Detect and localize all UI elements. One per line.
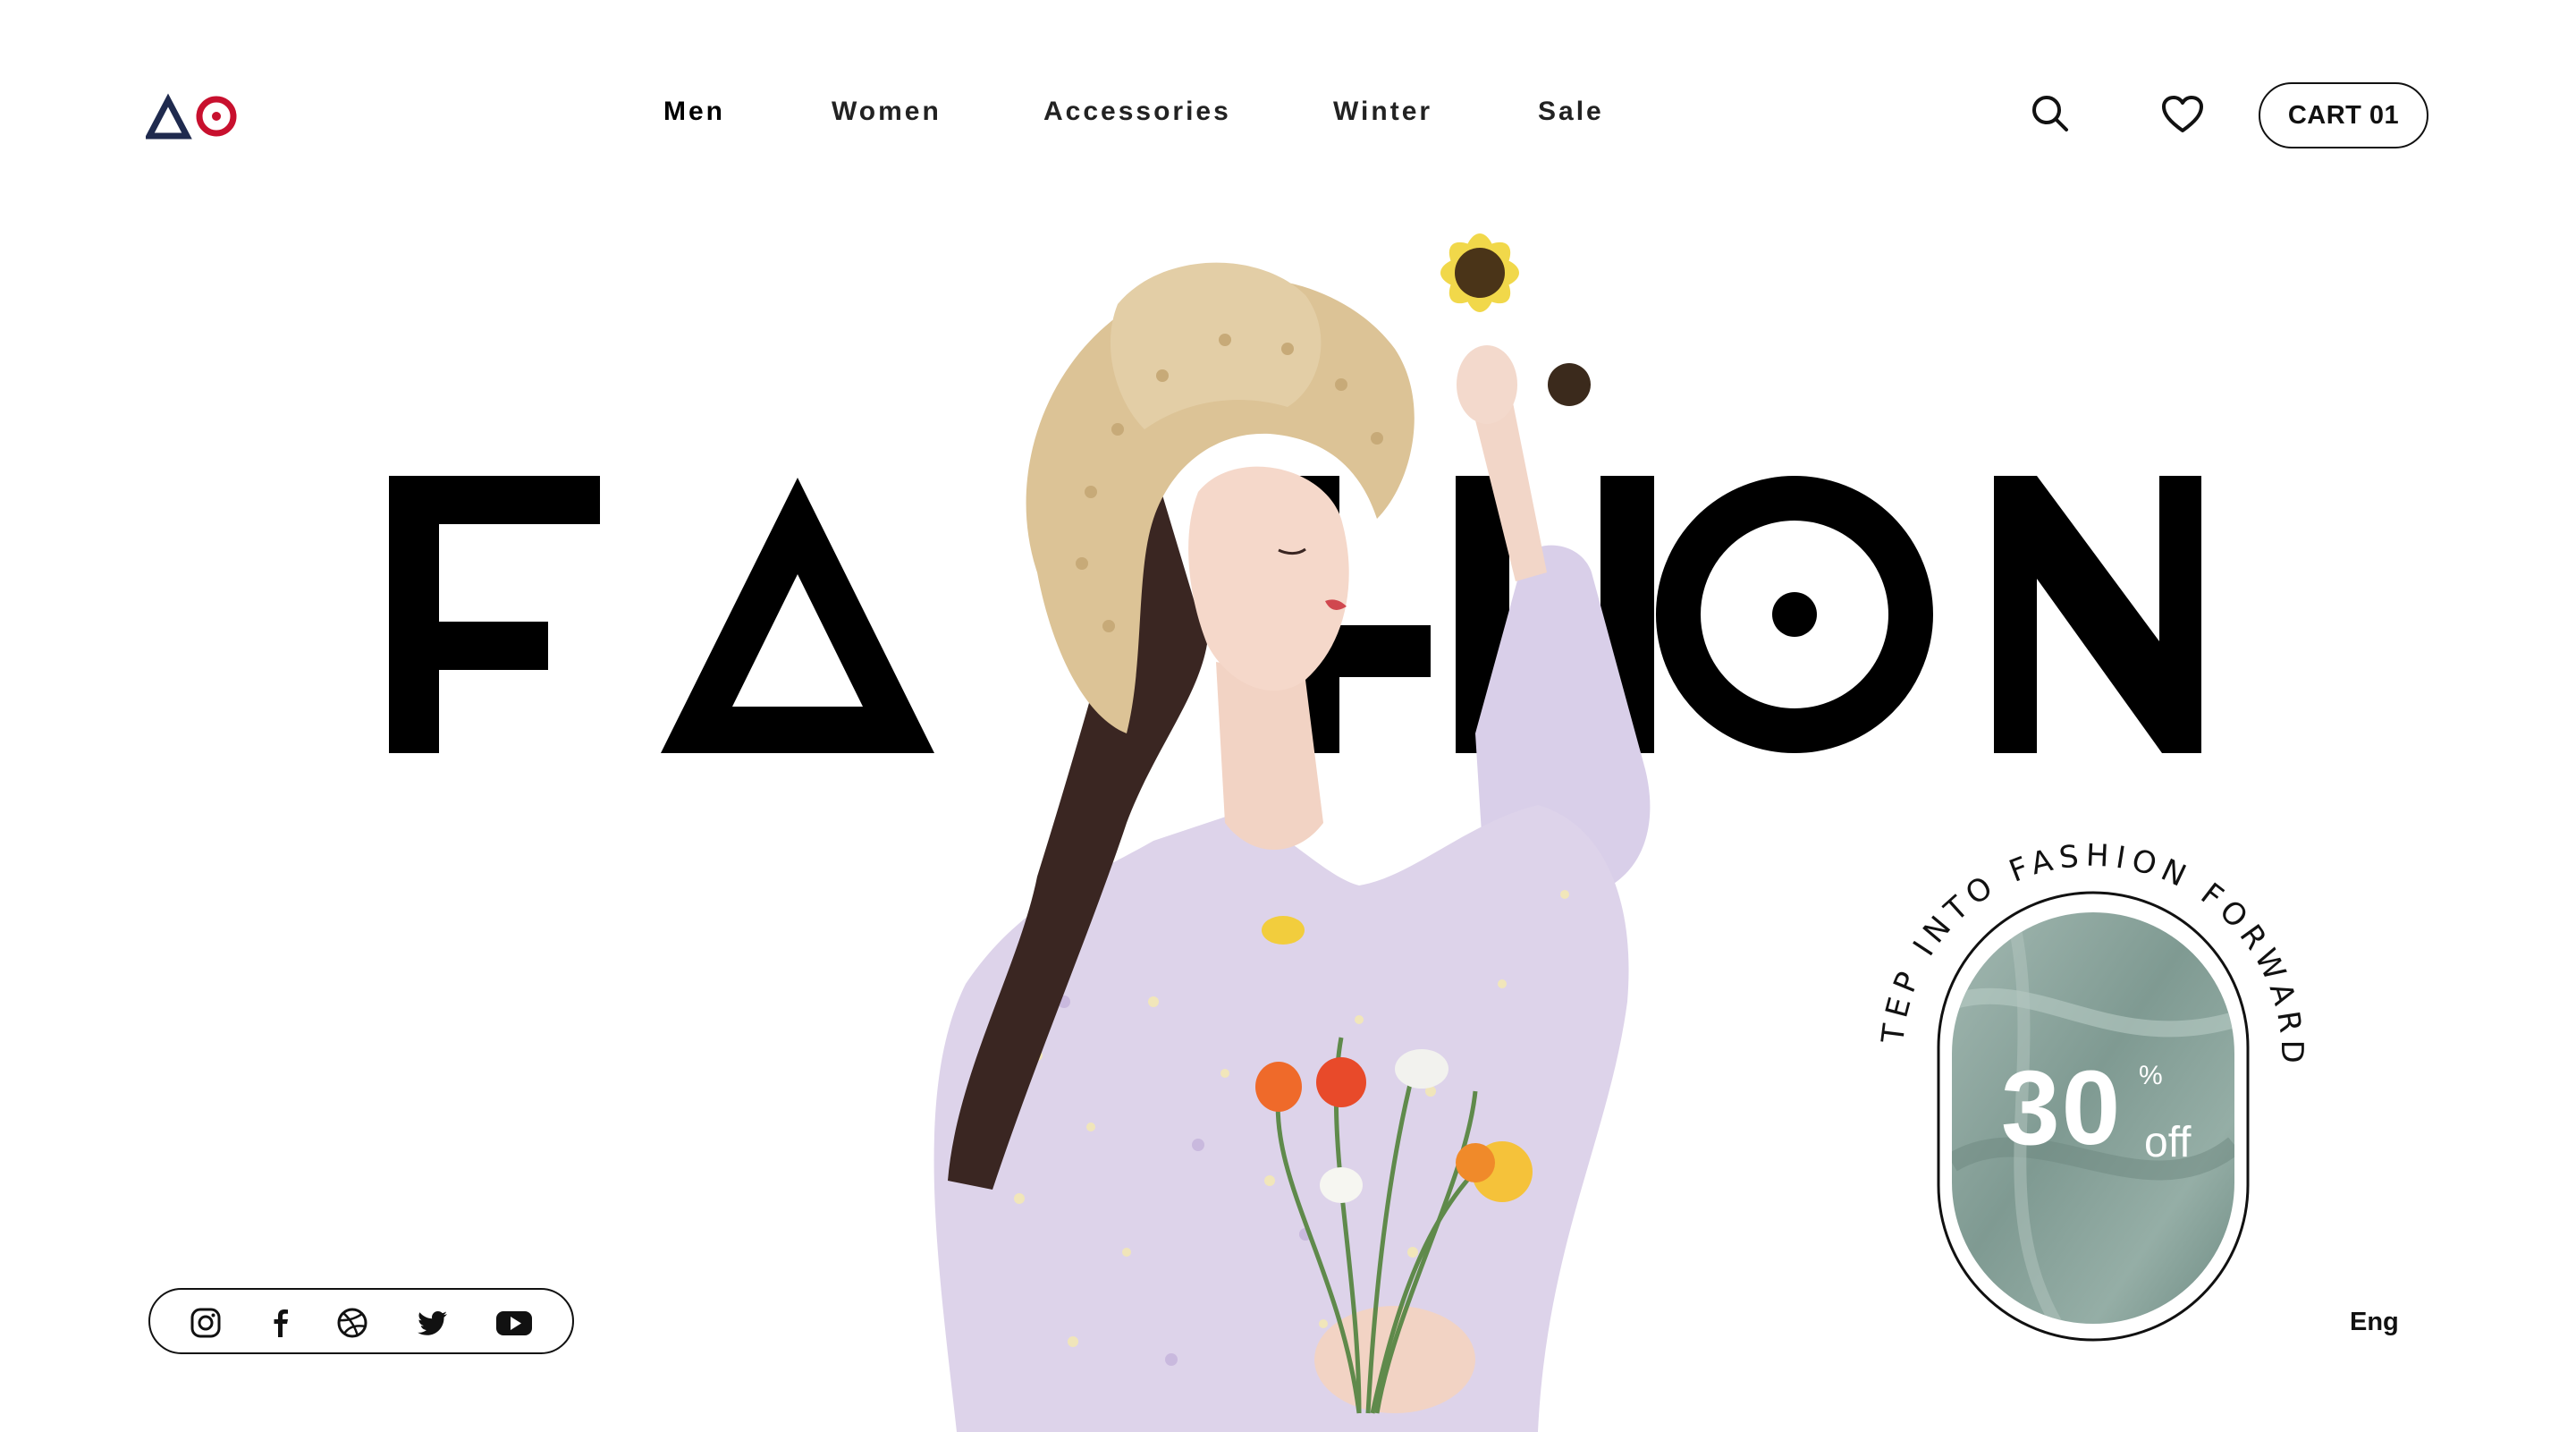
search-icon[interactable] <box>2030 93 2071 134</box>
cart-button[interactable]: CART 01 <box>2259 82 2428 148</box>
heart-icon[interactable] <box>2161 95 2204 134</box>
promo-suffix: off <box>2144 1119 2192 1166</box>
instagram-icon[interactable] <box>190 1307 222 1339</box>
model-photo <box>933 233 1651 1432</box>
headline-letter-n <box>1994 476 2201 753</box>
promo-percent: % <box>2139 1061 2163 1090</box>
facebook-icon[interactable] <box>265 1307 297 1339</box>
language-switcher[interactable]: Eng <box>2350 1308 2399 1337</box>
nav-item-women[interactable]: Women <box>832 97 942 127</box>
headline-letter-f <box>389 476 600 753</box>
nav-item-winter[interactable]: Winter <box>1333 97 1432 127</box>
social-links-bar <box>148 1288 574 1354</box>
nav-item-sale[interactable]: Sale <box>1538 97 1604 127</box>
nav-item-men[interactable]: Men <box>663 97 725 127</box>
youtube-icon[interactable] <box>495 1307 533 1339</box>
model-hand <box>1457 345 1517 424</box>
promo-value: 30 <box>2001 1049 2123 1167</box>
nav-item-accessories[interactable]: Accessories <box>1043 97 1231 127</box>
twitter-icon[interactable] <box>417 1307 449 1339</box>
model-face <box>1188 466 1349 691</box>
dribbble-icon[interactable] <box>336 1307 368 1339</box>
